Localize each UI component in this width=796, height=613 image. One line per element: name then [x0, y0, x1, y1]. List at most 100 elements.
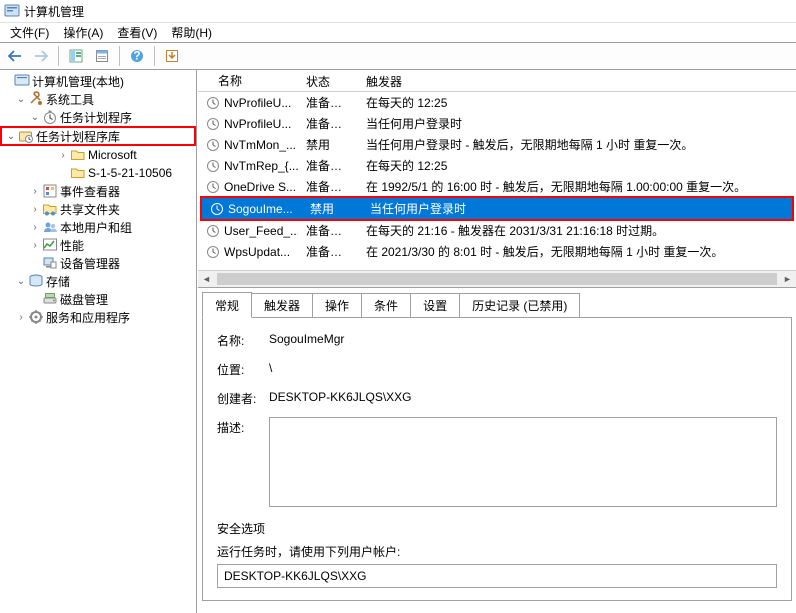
- expand-icon[interactable]: ›: [14, 310, 28, 324]
- task-list-pane: 名称 状态 触发器 NvProfileU...准备就绪在每天的 12:25NvP…: [198, 70, 796, 288]
- expand-icon[interactable]: ›: [28, 202, 42, 216]
- location-label: 位置:: [217, 359, 261, 378]
- description-textarea[interactable]: [269, 417, 777, 507]
- scroll-right-icon[interactable]: ►: [779, 271, 796, 287]
- tree-performance[interactable]: › 性能: [0, 236, 196, 254]
- clock-icon: [206, 245, 220, 259]
- task-trigger: 当任何用户登录时: [358, 115, 796, 132]
- tab-history[interactable]: 历史记录 (已禁用): [459, 293, 580, 317]
- task-row[interactable]: NvProfileU...准备就绪在每天的 12:25: [198, 92, 796, 113]
- task-row[interactable]: SogouIme... 禁用当任何用户登录时: [202, 198, 792, 219]
- expand-icon[interactable]: ›: [28, 220, 42, 234]
- task-status: 禁用: [302, 200, 362, 217]
- task-name-cell: SogouIme...: [202, 202, 302, 216]
- task-row[interactable]: NvTmRep_{...准备就绪在每天的 12:25: [198, 155, 796, 176]
- tree-sid-folder[interactable]: S-1-5-21-10506: [0, 164, 196, 182]
- horizontal-scrollbar[interactable]: ◄ ►: [198, 270, 796, 287]
- clock-icon: [206, 96, 220, 110]
- scroll-thumb[interactable]: [217, 273, 777, 285]
- device-manager-icon: [42, 255, 58, 271]
- task-row[interactable]: NvProfileU...准备就绪当任何用户登录时: [198, 113, 796, 134]
- menu-action[interactable]: 操作(A): [57, 22, 109, 43]
- list-header: 名称 状态 触发器: [198, 70, 796, 92]
- clock-icon: [206, 224, 220, 238]
- clock-icon: [206, 159, 220, 173]
- app-icon: [4, 3, 20, 19]
- task-name: NvProfileU...: [224, 117, 291, 131]
- tree-local-users[interactable]: › 本地用户和组: [0, 218, 196, 236]
- task-status: 准备就绪: [298, 222, 358, 239]
- task-list-body[interactable]: NvProfileU...准备就绪在每天的 12:25NvProfileU...…: [198, 92, 796, 270]
- menu-file[interactable]: 文件(F): [4, 22, 55, 43]
- task-row[interactable]: OneDrive S...准备就绪在 1992/5/1 的 16:00 时 - …: [198, 176, 796, 197]
- expand-icon[interactable]: ›: [28, 238, 42, 252]
- menu-help[interactable]: 帮助(H): [165, 22, 218, 43]
- scroll-left-icon[interactable]: ◄: [198, 271, 215, 287]
- library-icon: [18, 128, 34, 144]
- task-trigger: 在每天的 12:25: [358, 94, 796, 111]
- task-name: SogouIme...: [228, 202, 293, 216]
- tab-settings[interactable]: 设置: [410, 293, 460, 317]
- tree-system-tools[interactable]: ⌄ 系统工具: [0, 90, 196, 108]
- tree-task-scheduler-library[interactable]: ⌄ 任务计划程序库: [0, 126, 196, 146]
- expand-icon[interactable]: ›: [56, 148, 70, 162]
- tree-task-scheduler[interactable]: ⌄ 任务计划程序: [0, 108, 196, 126]
- description-label: 描述:: [217, 417, 261, 436]
- show-hide-tree-button[interactable]: [65, 45, 87, 67]
- collapse-icon[interactable]: [0, 74, 14, 88]
- tree-disk-management[interactable]: 磁盘管理: [0, 290, 196, 308]
- leaf-icon: [28, 292, 42, 306]
- task-trigger: 在 2021/3/30 的 8:01 时 - 触发后，无限期地每隔 1 小时 重…: [358, 243, 796, 260]
- tree-device-manager[interactable]: 设备管理器: [0, 254, 196, 272]
- tab-conditions[interactable]: 条件: [361, 293, 411, 317]
- task-trigger: 当任何用户登录时: [362, 200, 792, 217]
- storage-icon: [28, 273, 44, 289]
- tree-event-viewer[interactable]: › 事件查看器: [0, 182, 196, 200]
- task-row[interactable]: NvTmMon_...禁用当任何用户登录时 - 触发后，无限期地每隔 1 小时 …: [198, 134, 796, 155]
- collapse-icon[interactable]: ⌄: [4, 129, 18, 143]
- tree-root-label: 计算机管理(本地): [32, 73, 124, 90]
- help-button[interactable]: ?: [126, 45, 148, 67]
- task-name: WpsUpdat...: [224, 245, 290, 259]
- properties-button[interactable]: [91, 45, 113, 67]
- collapse-icon[interactable]: ⌄: [14, 92, 28, 106]
- tab-general[interactable]: 常规: [202, 292, 252, 318]
- tree-shared-folders[interactable]: › 共享文件夹: [0, 200, 196, 218]
- tab-triggers[interactable]: 触发器: [251, 293, 313, 317]
- export-button[interactable]: [161, 45, 183, 67]
- task-name: NvProfileU...: [224, 96, 291, 110]
- navigation-tree[interactable]: 计算机管理(本地) ⌄ 系统工具 ⌄ 任务计划程序 ⌄: [0, 70, 197, 613]
- tree-services-apps[interactable]: › 服务和应用程序: [0, 308, 196, 326]
- task-name-cell: WpsUpdat...: [198, 245, 298, 259]
- task-name-cell: NvProfileU...: [198, 96, 298, 110]
- toolbar: ?: [0, 42, 796, 70]
- back-button[interactable]: [4, 45, 26, 67]
- menu-view[interactable]: 查看(V): [111, 22, 163, 43]
- runas-account: DESKTOP-KK6JLQS\XXG: [217, 564, 777, 588]
- task-status: 准备就绪: [298, 178, 358, 195]
- task-name: NvTmRep_{...: [224, 159, 298, 173]
- task-name: OneDrive S...: [224, 180, 296, 194]
- tree-root[interactable]: 计算机管理(本地): [0, 72, 196, 90]
- col-header-trigger[interactable]: 触发器: [358, 70, 796, 91]
- task-trigger: 当任何用户登录时 - 触发后，无限期地每隔 1 小时 重复一次。: [358, 136, 796, 153]
- tree-microsoft[interactable]: › Microsoft: [0, 146, 196, 164]
- task-row[interactable]: User_Feed_...准备就绪在每天的 21:16 - 触发器在 2031/…: [198, 220, 796, 241]
- folder-icon: [70, 165, 86, 181]
- task-name-cell: NvProfileU...: [198, 117, 298, 131]
- toolbar-separator: [58, 46, 59, 66]
- collapse-icon[interactable]: ⌄: [14, 274, 28, 288]
- security-options-header: 安全选项: [217, 520, 777, 537]
- tab-actions[interactable]: 操作: [312, 293, 362, 317]
- tree-storage[interactable]: ⌄ 存储: [0, 272, 196, 290]
- forward-button[interactable]: [30, 45, 52, 67]
- svg-text:?: ?: [133, 49, 140, 63]
- col-header-name[interactable]: 名称: [198, 70, 298, 91]
- expand-icon[interactable]: ›: [28, 184, 42, 198]
- task-row[interactable]: WpsUpdat...准备就绪在 2021/3/30 的 8:01 时 - 触发…: [198, 241, 796, 262]
- detail-pane: 常规 触发器 操作 条件 设置 历史记录 (已禁用) 名称: SogouImeM…: [198, 288, 796, 613]
- collapse-icon[interactable]: ⌄: [28, 110, 42, 124]
- clock-icon: [210, 202, 224, 216]
- leaf-icon: [56, 166, 70, 180]
- col-header-status[interactable]: 状态: [298, 70, 358, 91]
